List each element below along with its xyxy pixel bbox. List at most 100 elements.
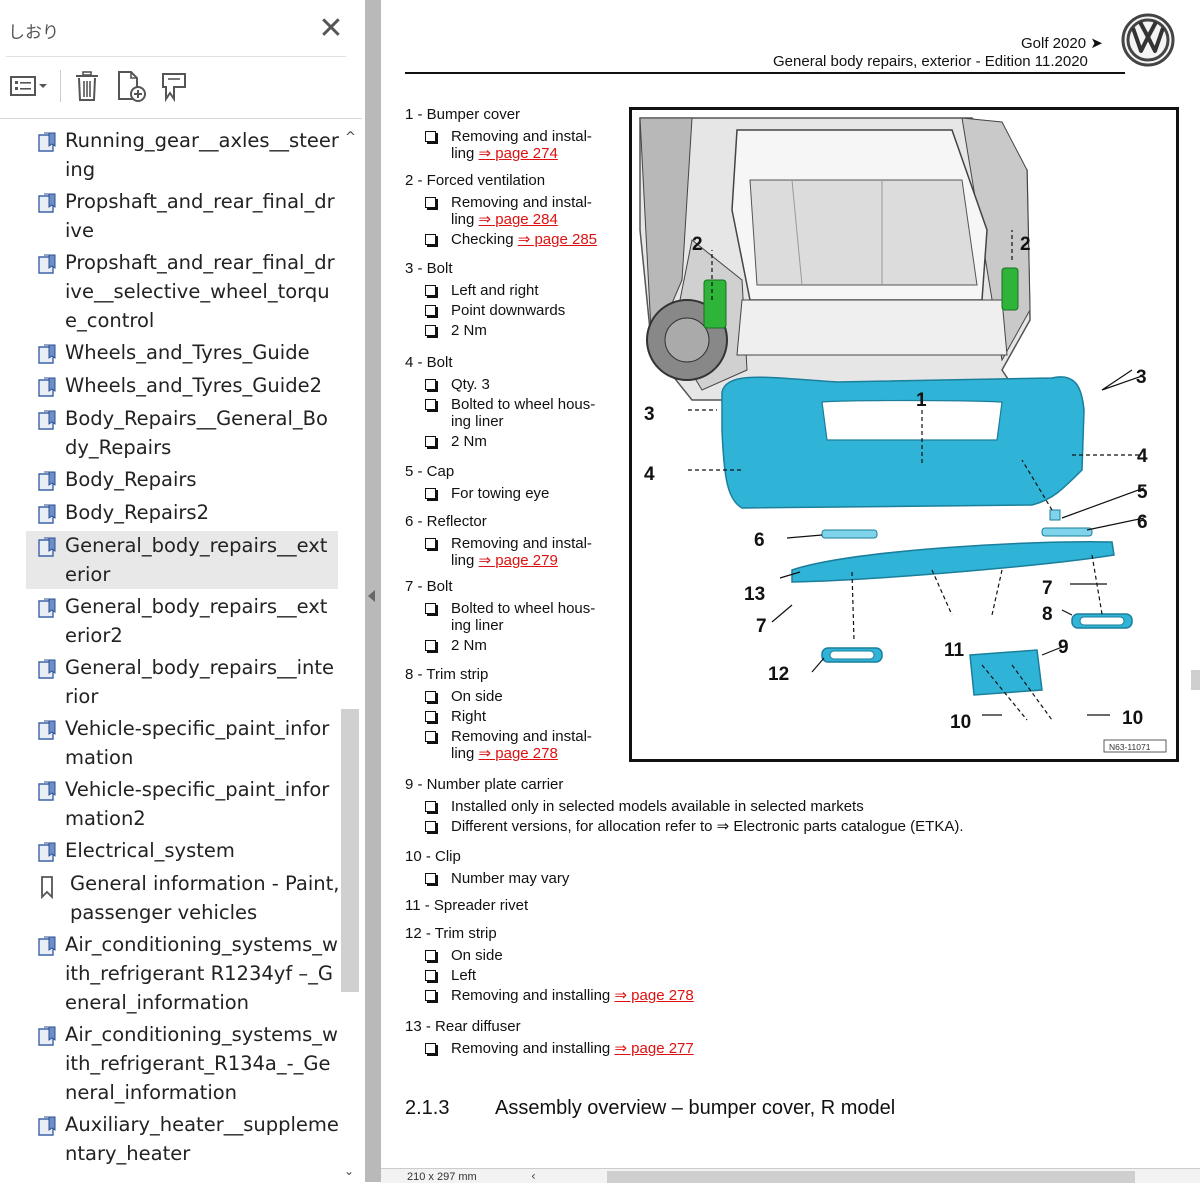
page-link[interactable]: ⇒ page 274 <box>479 145 558 162</box>
bullet-text: Number may vary <box>451 870 570 887</box>
legend-item: 3 - Bolt Left and right Point downwards 2 N… <box>405 259 565 339</box>
bookmark-label: Auxiliary_heater__supplementary_heater <box>65 1113 339 1165</box>
callout-7-right: 7 <box>1042 578 1053 599</box>
horizontal-scroll-thumb[interactable] <box>607 1171 1135 1183</box>
bullet-text: Bolted to wheel hous- <box>451 600 596 617</box>
bullet-text: Removing and instal- <box>451 194 592 211</box>
status-bar: 210 x 297 mm ‹ <box>381 1168 1200 1183</box>
bookmark-item[interactable]: Vehicle-specific_paint_information <box>26 714 338 772</box>
bookmark-label: Body_Repairs <box>65 468 197 491</box>
section-heading: 2.1.3 Assembly overview – bumper cover, … <box>405 1097 895 1120</box>
page-link[interactable]: ⇒ page 285 <box>518 231 597 248</box>
legend-item: 10 - Clip Number may vary <box>405 847 569 887</box>
bookmark-label: Air_conditioning_systems_with_refrigeran… <box>65 1023 338 1104</box>
bookmark-item[interactable]: Propshaft_and_rear_final_drive <box>26 187 338 245</box>
bookmark-item[interactable]: Wheels_and_Tyres_Guide <box>26 338 338 367</box>
close-icon[interactable]: ✕ <box>318 14 344 44</box>
scroll-up-icon[interactable]: ^ <box>345 130 356 145</box>
page-link[interactable]: ⇒ page 277 <box>614 1040 693 1057</box>
expand-bookmark-button[interactable] <box>156 68 192 104</box>
bookmark-page-icon <box>36 471 58 493</box>
bullet-text: Different versions, for allocation refer… <box>451 818 964 835</box>
legend-bullet: Installed only in selected models availa… <box>405 798 964 815</box>
legend-item: 13 - Rear diffuser Removing and installin… <box>405 1017 694 1057</box>
checkbox-bullet-icon <box>425 711 436 722</box>
collapse-panel-icon[interactable] <box>368 590 375 602</box>
bookmark-page-icon <box>36 936 58 958</box>
scroll-left-icon[interactable]: ‹ <box>531 1169 536 1183</box>
legend-item: 5 - Cap For towing eye <box>405 462 549 502</box>
bullet-text-cont: ling <box>451 552 479 569</box>
legend-bullet: Removing and installing ⇒ page 277 <box>405 1040 694 1057</box>
bookmark-label: Body_Repairs__General_Body_Repairs <box>65 407 328 459</box>
legend-bullet: On side <box>405 947 694 964</box>
towing-eye-cap <box>1049 509 1061 521</box>
bullet-text: On side <box>451 947 503 964</box>
bookmark-item[interactable]: Air_conditioning_systems_with_refrigeran… <box>26 930 338 1017</box>
delete-bookmark-button[interactable] <box>70 68 104 104</box>
bumper-diagram: 1 2 2 3 3 4 4 5 6 6 7 7 8 9 10 10 11 12 … <box>639 117 1167 753</box>
bookmark-item[interactable]: Auxiliary_heater__supplementary_heater <box>26 1110 339 1168</box>
legend-item-heading: 2 - Forced ventilation <box>405 172 546 189</box>
bookmark-item[interactable]: General information - Paint, passenger v… <box>26 869 339 927</box>
callout-1: 1 <box>916 390 927 411</box>
bookmark-item[interactable]: Wheels_and_Tyres_Guide2 <box>26 371 338 400</box>
bullet-text: Left <box>451 967 477 984</box>
bookmark-page-icon <box>36 720 58 742</box>
callout-11: 11 <box>944 640 965 661</box>
number-plate-carrier <box>969 649 1043 696</box>
legend-bullet: Different versions, for allocation refer… <box>405 818 964 835</box>
bookmark-item[interactable]: Propshaft_and_rear_final_drive__selectiv… <box>26 248 338 335</box>
bookmark-item[interactable]: Body_Repairs2 <box>26 498 338 527</box>
bookmark-label: General_body_repairs__interior <box>65 656 335 708</box>
bookmark-item[interactable]: Electrical_system <box>26 836 338 865</box>
bookmark-item[interactable]: Air_conditioning_systems_with_refrigeran… <box>26 1020 338 1107</box>
reflector-right <box>1041 527 1093 537</box>
scrollbar-thumb[interactable] <box>341 709 359 992</box>
legend-item-heading: 13 - Rear diffuser <box>405 1018 521 1035</box>
bookmark-page-icon <box>36 1026 58 1048</box>
page-link[interactable]: ⇒ page 278 <box>479 745 558 762</box>
options-menu-button[interactable] <box>8 68 50 104</box>
scroll-down-icon[interactable]: ⌄ <box>344 1164 354 1178</box>
callout-9: 9 <box>1058 637 1069 658</box>
checkbox-bullet-icon <box>425 488 436 499</box>
legend-item-heading: 4 - Bolt <box>405 354 453 371</box>
legend-item-heading: 7 - Bolt <box>405 578 453 595</box>
bookmark-item[interactable]: Running_gear__axles__steering <box>26 126 339 184</box>
add-bookmark-icon <box>118 71 146 102</box>
callout-10-right: 10 <box>1122 708 1143 729</box>
bookmark-label: Wheels_and_Tyres_Guide2 <box>65 374 322 397</box>
page-link[interactable]: ⇒ page 284 <box>479 211 558 228</box>
legend-bullet: 2 Nm <box>405 433 595 450</box>
bookmark-label: General_body_repairs__exterior2 <box>65 595 328 647</box>
bookmark-label: Air_conditioning_systems_with_refrigeran… <box>65 933 338 1014</box>
legend-bullet: 2 Nm <box>405 322 565 339</box>
checkbox-bullet-icon <box>425 603 436 614</box>
car-rear-illustration <box>639 117 1031 401</box>
add-bookmark-button[interactable] <box>113 68 149 104</box>
bookmark-item[interactable]: General_body_repairs__exterior <box>26 531 338 589</box>
bookmarks-scrollbar[interactable]: ^ ⌄ <box>340 124 360 1182</box>
checkbox-bullet-icon <box>425 234 436 245</box>
checkbox-bullet-icon <box>425 399 436 410</box>
checkbox-bullet-icon <box>425 197 436 208</box>
bookmark-item[interactable]: Vehicle-specific_paint_information2 <box>26 775 338 833</box>
bookmark-item[interactable]: Body_Repairs__General_Body_Repairs <box>26 404 338 462</box>
vertical-scroll-thumb[interactable] <box>1191 670 1200 690</box>
bookmarks-title: しおり <box>8 23 59 43</box>
legend-item-heading: 3 - Bolt <box>405 260 453 277</box>
bookmark-item[interactable]: General_body_repairs__exterior2 <box>26 592 338 650</box>
bullet-text-cont: ing liner <box>451 617 504 634</box>
legend-item-heading: 6 - Reflector <box>405 513 487 530</box>
legend-bullet: Point downwards <box>405 302 565 319</box>
bookmark-page-icon <box>36 842 58 864</box>
bookmark-item[interactable]: General_body_repairs__interior <box>26 653 338 711</box>
callout-7-left: 7 <box>756 616 767 637</box>
bookmark-label: Propshaft_and_rear_final_drive <box>65 190 335 242</box>
bookmark-page-icon <box>36 598 58 620</box>
bookmark-item[interactable]: Body_Repairs <box>26 465 338 494</box>
legend-item: 11 - Spreader rivet <box>405 896 528 916</box>
page-link[interactable]: ⇒ page 278 <box>614 987 693 1004</box>
page-link[interactable]: ⇒ page 279 <box>479 552 558 569</box>
